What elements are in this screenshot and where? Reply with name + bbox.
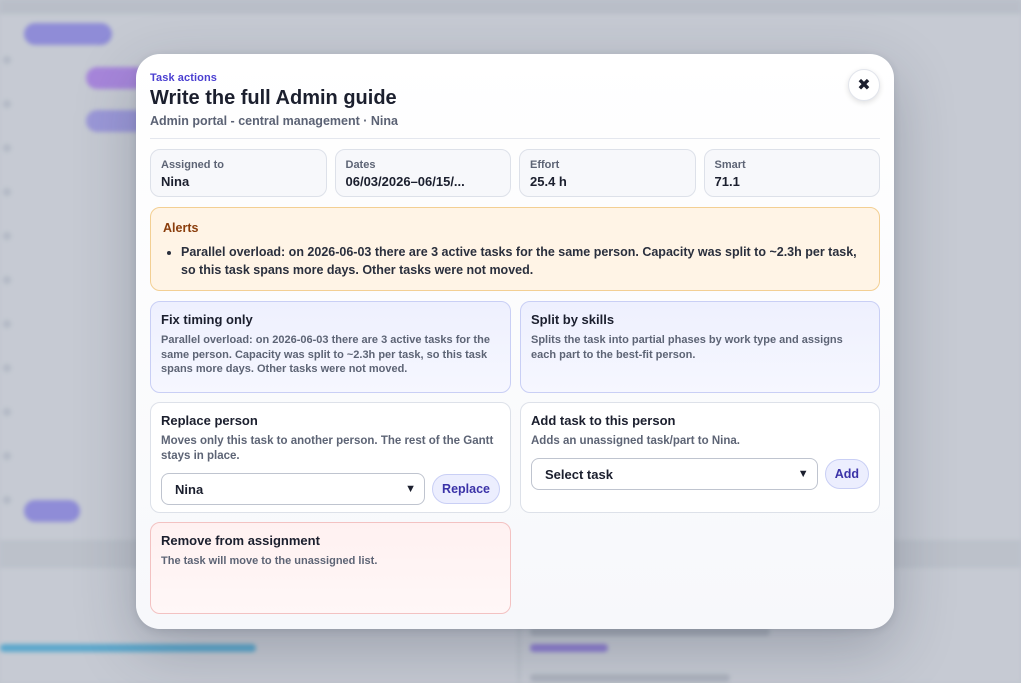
stat-value: 71.1	[714, 174, 740, 189]
card-description: Splits the task into partial phases by w…	[531, 334, 843, 361]
add-task-card: Add task to this person Adds an unassign…	[520, 402, 880, 513]
chevron-down-icon: ▼	[405, 483, 417, 495]
stat-value: 25.4 h	[530, 174, 567, 189]
modal-subtitle: Admin portal - central management · Nina	[150, 114, 398, 128]
modal-title: Write the full Admin guide	[150, 87, 397, 109]
action-cards: Fix timing only Parallel overload: on 20…	[150, 301, 880, 614]
task-select-value: Select task	[545, 466, 613, 482]
alerts-list: Parallel overload: on 2026-06-03 there a…	[163, 243, 867, 279]
card-description: The task will move to the unassigned lis…	[161, 555, 378, 567]
stat-label: Effort	[530, 159, 560, 171]
task-actions-modal: Task actions Write the full Admin guide …	[136, 54, 894, 629]
alerts-panel: Alerts Parallel overload: on 2026-06-03 …	[150, 207, 880, 291]
replace-button[interactable]: Replace	[432, 474, 500, 504]
stat-label: Smart	[714, 159, 746, 171]
close-icon: ✖	[857, 77, 871, 94]
stat-smart: Smart 71.1	[703, 149, 880, 197]
stat-assigned-to: Assigned to Nina	[150, 149, 327, 197]
card-title: Replace person	[161, 413, 258, 428]
replace-controls: Nina ▼ Replace	[161, 473, 500, 505]
card-title: Add task to this person	[531, 413, 676, 428]
close-button[interactable]: ✖	[848, 69, 880, 101]
card-description: Adds an unassigned task/part to Nina.	[531, 435, 740, 447]
stat-value: Nina	[161, 174, 190, 189]
card-description: Parallel overload: on 2026-06-03 there a…	[161, 334, 490, 375]
stat-value: 06/03/2026–06/15/...	[345, 174, 465, 189]
stat-label: Dates	[345, 159, 376, 171]
alert-item: Parallel overload: on 2026-06-03 there a…	[181, 243, 867, 279]
person-select-value: Nina	[175, 481, 204, 497]
card-title: Split by skills	[531, 312, 615, 327]
person-select[interactable]: Nina ▼	[161, 473, 426, 505]
card-title: Remove from assignment	[161, 533, 320, 548]
stat-dates: Dates 06/03/2026–06/15/...	[334, 149, 511, 197]
stat-effort: Effort 25.4 h	[519, 149, 696, 197]
chevron-down-icon: ▼	[797, 468, 809, 480]
stat-label: Assigned to	[161, 159, 224, 171]
fix-timing-card[interactable]: Fix timing only Parallel overload: on 20…	[150, 301, 511, 393]
card-title: Fix timing only	[161, 312, 253, 327]
replace-person-card: Replace person Moves only this task to a…	[150, 402, 511, 513]
alerts-title: Alerts	[163, 221, 199, 235]
card-description: Moves only this task to another person. …	[161, 435, 494, 462]
task-stats: Assigned to Nina Dates 06/03/2026–06/15/…	[150, 149, 880, 197]
remove-from-assignment-card[interactable]: Remove from assignment The task will mov…	[150, 522, 511, 614]
add-button[interactable]: Add	[824, 459, 869, 489]
split-by-skills-card[interactable]: Split by skills Splits the task into par…	[520, 301, 880, 393]
task-select[interactable]: Select task ▼	[531, 458, 818, 490]
modal-eyebrow: Task actions	[150, 72, 218, 84]
header-divider	[150, 138, 880, 139]
add-task-controls: Select task ▼ Add	[531, 458, 869, 490]
